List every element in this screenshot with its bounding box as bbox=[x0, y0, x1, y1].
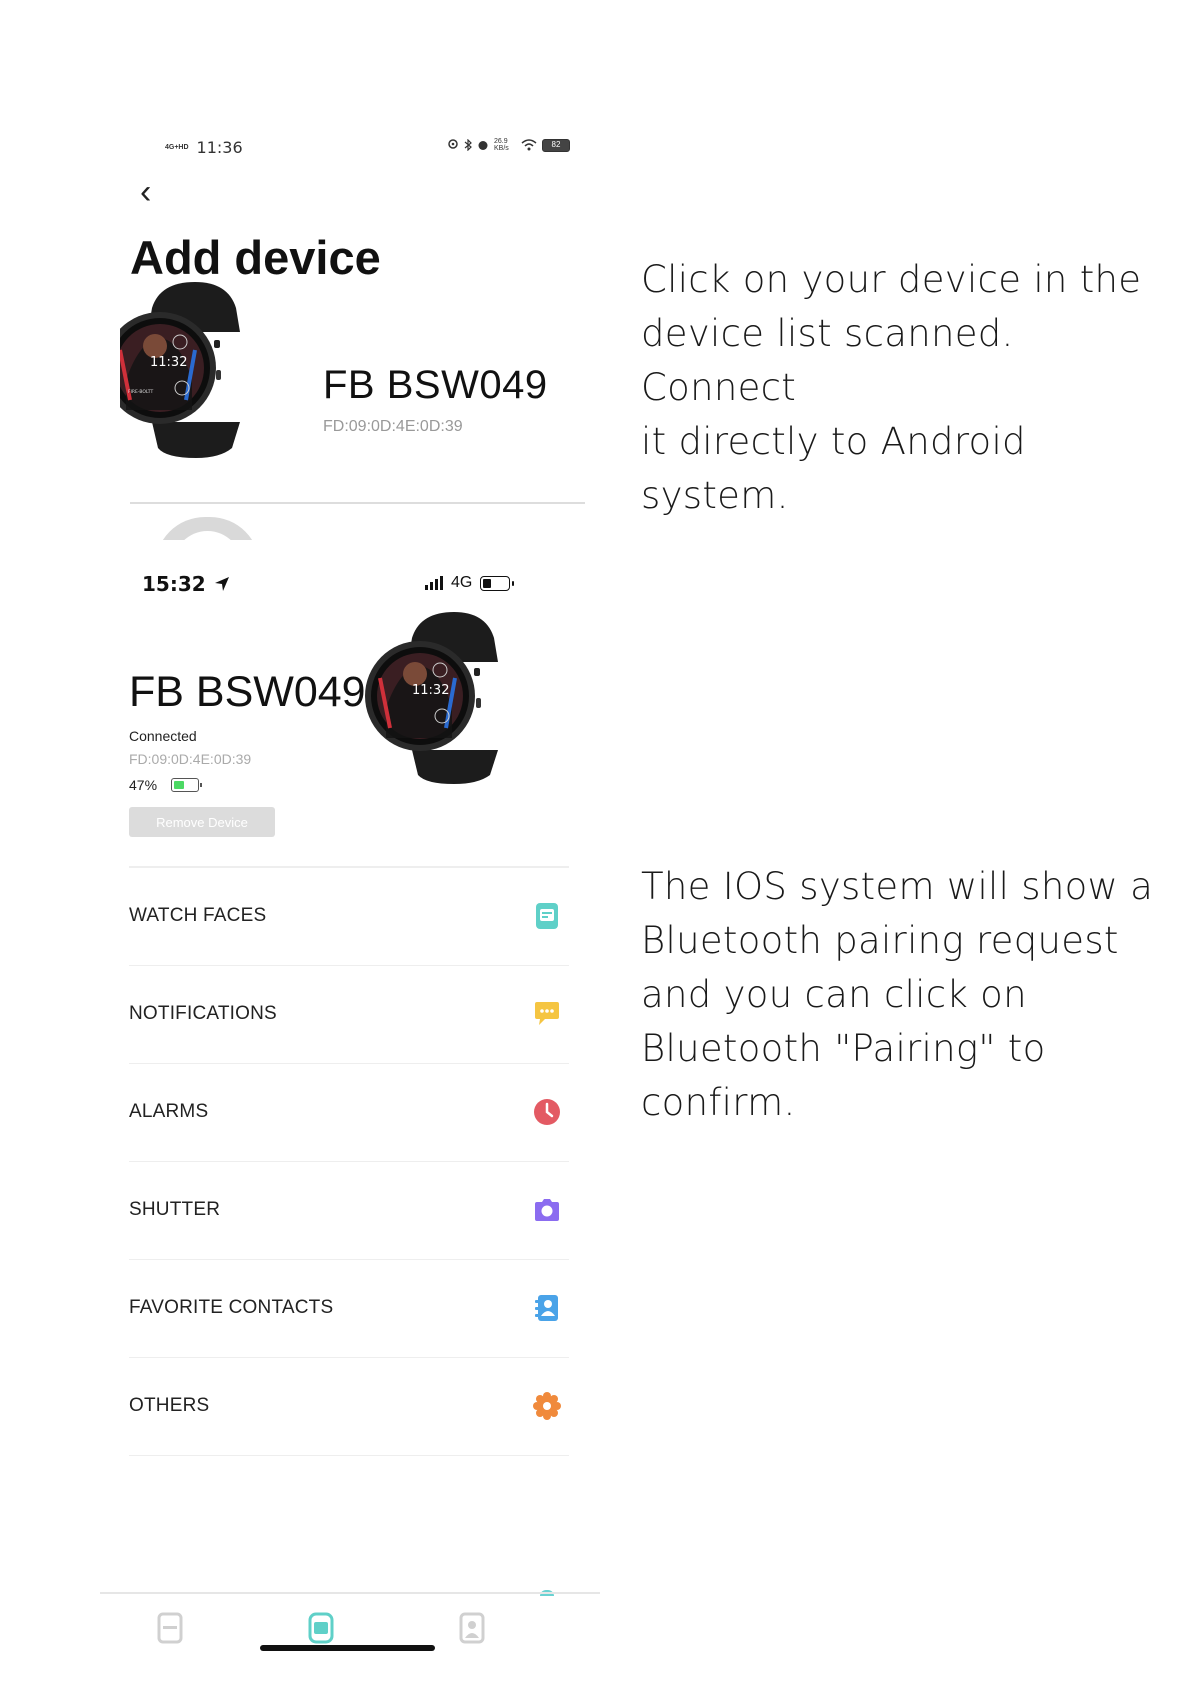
next-device-peek bbox=[155, 517, 260, 540]
battery-indicator: 82 bbox=[542, 138, 570, 152]
connection-status: Connected bbox=[129, 728, 197, 744]
smartwatch-image: 11:32 FIRE-BOLTT bbox=[120, 282, 240, 458]
page-title: Add device bbox=[130, 231, 381, 284]
battery-percent: 47% bbox=[129, 777, 158, 793]
location-icon bbox=[448, 139, 458, 149]
bluetooth-icon bbox=[464, 139, 472, 151]
watch-face-time: 11:32 bbox=[412, 683, 449, 698]
wifi-icon bbox=[521, 139, 537, 151]
menu-item-notifications[interactable]: NOTIFICATIONS bbox=[129, 966, 569, 1064]
android-add-device-screenshot: 4G+HD 11:36 26.9 KB/s 82 ‹ Add device 11… bbox=[120, 120, 590, 540]
clock-icon bbox=[533, 1098, 561, 1126]
profile-tab-icon bbox=[459, 1612, 485, 1644]
status-time: 15:32 bbox=[142, 572, 206, 596]
menu-item-watch-faces[interactable]: WATCH FACES bbox=[129, 868, 569, 966]
menu-item-shutter[interactable]: SHUTTER bbox=[129, 1162, 569, 1260]
watch-face-time: 11:32 bbox=[150, 355, 187, 370]
device-mac-address: FD:09:0D:4E:0D:39 bbox=[129, 751, 252, 767]
status-bar-right: 4G bbox=[425, 574, 515, 592]
ios-instruction-text: The IOS system will show a Bluetooth pai… bbox=[641, 865, 1154, 1124]
list-divider bbox=[130, 502, 585, 504]
camera-icon bbox=[533, 1196, 561, 1224]
gear-icon bbox=[533, 1392, 561, 1420]
alarm-icon bbox=[478, 141, 488, 150]
tab-bar-divider bbox=[100, 1592, 600, 1594]
status-bar-left: 4G+HD 11:36 bbox=[165, 138, 243, 157]
device-battery-row: 47% bbox=[129, 777, 203, 793]
signal-indicator: 4G+HD bbox=[165, 144, 189, 151]
device-tab-icon bbox=[308, 1612, 334, 1644]
watch-face-icon bbox=[533, 902, 561, 930]
device-settings-menu: WATCH FACES NOTIFICATIONS ALARMS SHUTTER bbox=[129, 866, 569, 1456]
menu-item-label: SHUTTER bbox=[129, 1199, 221, 1220]
tab-profile[interactable] bbox=[454, 1608, 490, 1648]
back-chevron-icon[interactable]: ‹ bbox=[140, 175, 151, 209]
cellular-signal-icon bbox=[425, 576, 443, 590]
tab-activity[interactable] bbox=[152, 1608, 188, 1648]
smartwatch-image: 11:32 bbox=[365, 612, 498, 784]
menu-item-label: NOTIFICATIONS bbox=[129, 1003, 277, 1024]
menu-item-label: FAVORITE CONTACTS bbox=[129, 1297, 334, 1318]
menu-item-alarms[interactable]: ALARMS bbox=[129, 1064, 569, 1162]
device-mac-address: FD:09:0D:4E:0D:39 bbox=[323, 418, 463, 435]
battery-icon bbox=[480, 575, 515, 591]
status-time: 11:36 bbox=[196, 138, 243, 157]
status-bar-right: 26.9 KB/s 82 bbox=[447, 138, 570, 152]
network-type: 4G bbox=[451, 574, 473, 591]
ios-device-screenshot: 15:32 4G FB BSW049 Connected FD:09:0D:4E… bbox=[100, 550, 600, 1660]
home-indicator bbox=[260, 1645, 435, 1651]
menu-item-label: OTHERS bbox=[129, 1395, 210, 1416]
device-name: FB BSW049 bbox=[129, 668, 366, 716]
android-instruction-text: Click on your device in the device list … bbox=[641, 258, 1142, 517]
contact-book-icon bbox=[533, 1294, 561, 1322]
network-speed: 26.9 KB/s bbox=[494, 138, 509, 152]
menu-item-label: ALARMS bbox=[129, 1101, 209, 1122]
watch-face-brand: FIRE-BOLTT bbox=[128, 389, 153, 395]
remove-device-button[interactable]: Remove Device bbox=[129, 807, 275, 837]
menu-item-label: WATCH FACES bbox=[129, 905, 267, 926]
location-arrow-icon bbox=[214, 577, 229, 591]
chat-bubble-icon bbox=[533, 1000, 561, 1028]
status-bar-left: 15:32 bbox=[142, 572, 230, 596]
battery-level-icon bbox=[171, 778, 203, 792]
activity-tab-icon bbox=[157, 1612, 183, 1644]
menu-item-favorite-contacts[interactable]: FAVORITE CONTACTS bbox=[129, 1260, 569, 1358]
tab-device[interactable] bbox=[303, 1608, 339, 1648]
device-name[interactable]: FB BSW049 bbox=[323, 363, 548, 408]
menu-item-others[interactable]: OTHERS bbox=[129, 1358, 569, 1456]
